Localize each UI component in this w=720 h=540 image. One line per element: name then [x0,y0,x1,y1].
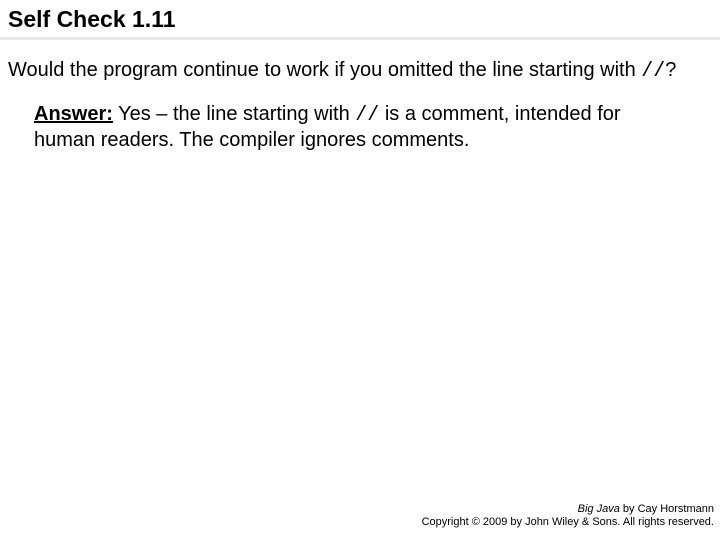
answer-label: Answer: [34,103,113,125]
question-code: // [641,60,665,83]
answer-part1: Yes – the line starting with [113,103,355,125]
footer-book: Big Java [578,503,620,515]
question-part1: Would the program continue to work if yo… [8,59,641,81]
page-title: Self Check 1.11 [0,0,720,40]
answer-block: Answer: Yes – the line starting with // … [0,84,720,153]
footer-byline: by Cay Horstmann [620,503,714,515]
footer-copyright: Copyright © 2009 by John Wiley & Sons. A… [422,516,714,530]
question-part2: ? [665,59,676,81]
footer: Big Java by Cay Horstmann Copyright © 20… [422,503,714,531]
footer-line1: Big Java by Cay Horstmann [422,503,714,517]
answer-code: // [355,104,379,127]
question-text: Would the program continue to work if yo… [0,40,720,84]
